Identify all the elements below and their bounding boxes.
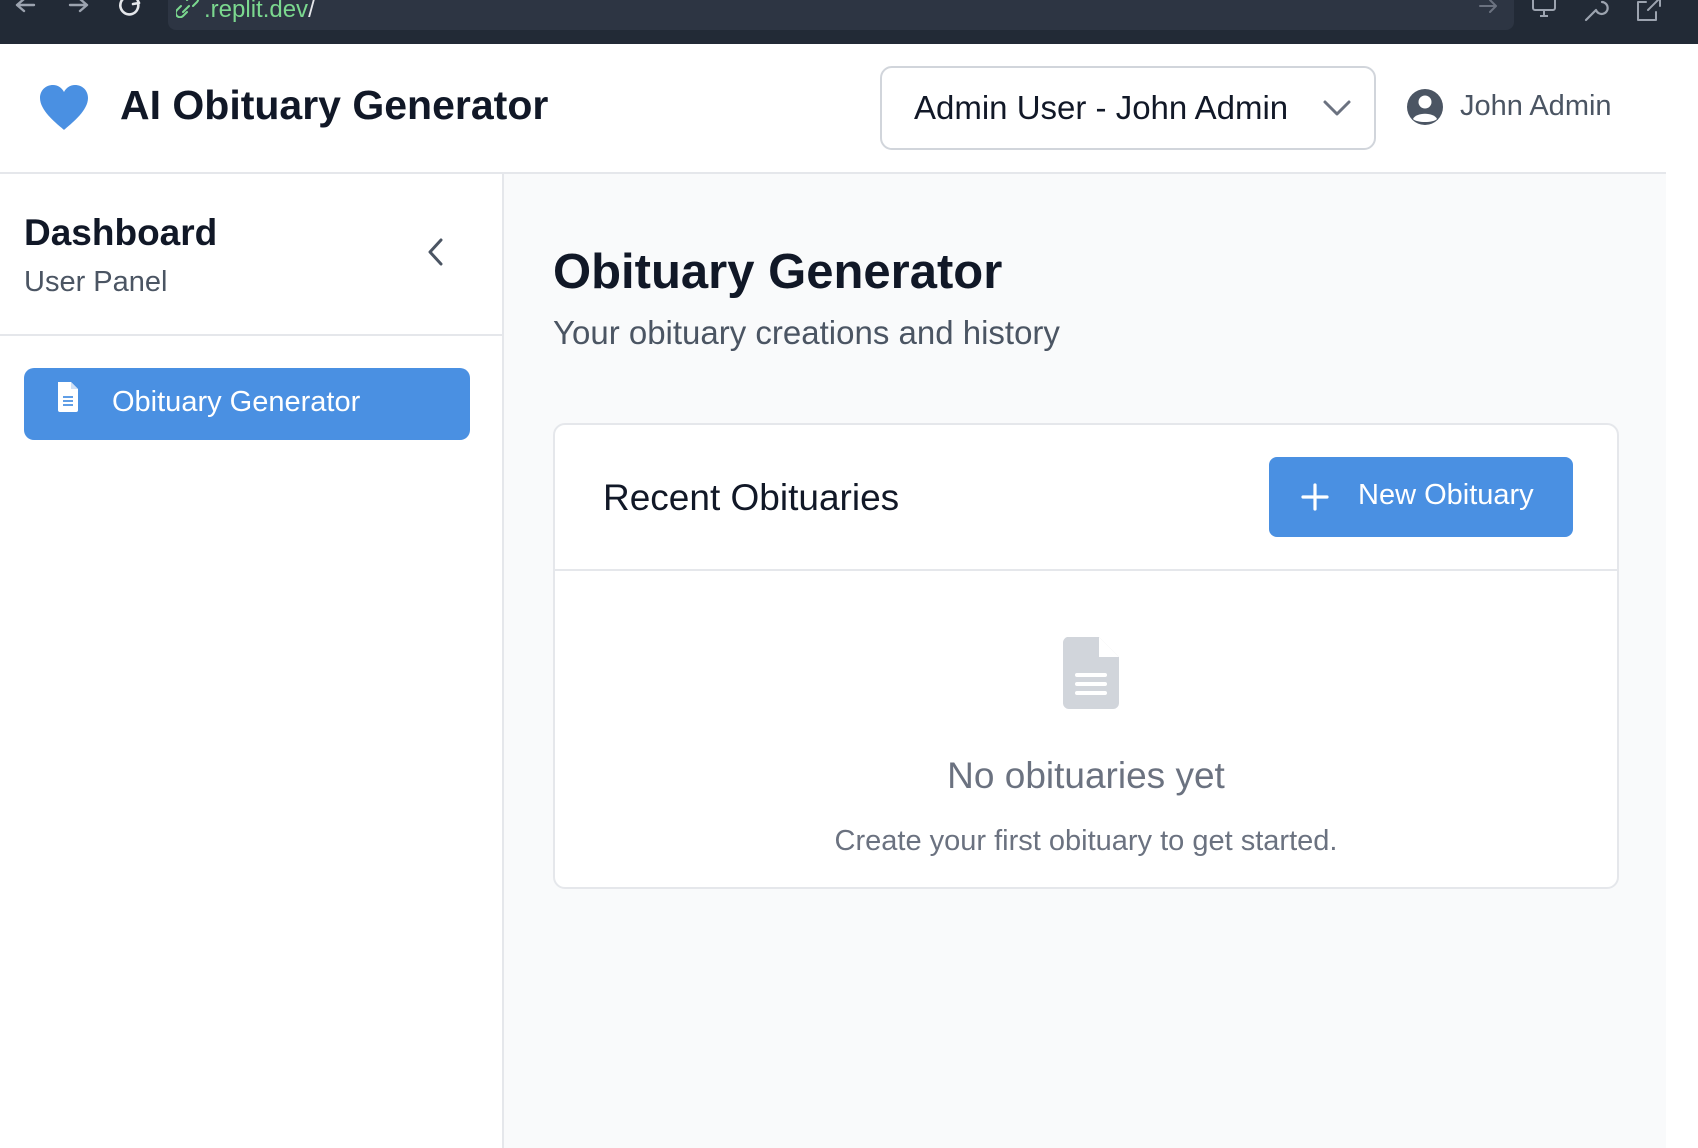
new-obituary-button[interactable]: New Obituary: [1269, 457, 1573, 537]
role-selector-value: Admin User - John Admin: [914, 89, 1289, 126]
url-text: .replit.dev/: [204, 0, 315, 24]
link-icon: [176, 0, 200, 18]
monitor-icon[interactable]: [1530, 0, 1558, 22]
chevron-left-icon: [428, 238, 443, 266]
wrench-icon[interactable]: [1582, 0, 1610, 22]
card-title: Recent Obituaries: [603, 477, 900, 518]
chevron-down-icon: [1323, 100, 1351, 116]
page-title: Obituary Generator: [553, 245, 1003, 299]
empty-state-subtitle: Create your first obituary to get starte…: [834, 825, 1338, 857]
app-title: AI Obituary Generator: [120, 82, 549, 128]
reload-icon[interactable]: [114, 0, 148, 20]
go-arrow-icon[interactable]: [1478, 0, 1500, 16]
collapse-sidebar-button[interactable]: [418, 234, 454, 270]
plus-icon: [1301, 483, 1329, 511]
main-content: Obituary Generator Your obituary creatio…: [504, 174, 1666, 1148]
forward-arrow-icon[interactable]: [62, 0, 96, 20]
recent-obituaries-card: Recent Obituaries New Obituary No obitua…: [553, 423, 1619, 889]
user-name[interactable]: John Admin: [1460, 90, 1612, 123]
heart-icon: [40, 85, 88, 130]
url-domain: .replit.dev: [204, 0, 309, 23]
address-bar[interactable]: .replit.dev/: [168, 0, 1514, 30]
sidebar-item-label: Obituary Generator: [112, 386, 361, 418]
sidebar-subtitle: User Panel: [24, 266, 168, 298]
page-subtitle: Your obituary creations and history: [553, 314, 1060, 351]
role-selector[interactable]: Admin User - John Admin: [880, 66, 1376, 150]
sidebar: Dashboard User Panel Obituary Generator: [0, 174, 504, 1148]
sidebar-title: Dashboard: [24, 212, 218, 253]
sidebar-header: Dashboard User Panel: [0, 174, 502, 336]
card-header: Recent Obituaries New Obituary: [555, 425, 1617, 571]
browser-toolbar: .replit.dev/: [0, 0, 1698, 44]
empty-state-title: No obituaries yet: [947, 755, 1225, 796]
new-obituary-button-label: New Obituary: [1358, 479, 1534, 511]
page-edge: [1666, 44, 1698, 1148]
sidebar-item-obituary-generator[interactable]: Obituary Generator: [24, 368, 470, 440]
document-icon: [58, 382, 78, 412]
user-avatar-icon[interactable]: [1406, 88, 1444, 126]
empty-document-icon: [1063, 637, 1119, 709]
url-path: /: [308, 0, 315, 23]
external-link-icon[interactable]: [1634, 0, 1662, 22]
app-header: AI Obituary Generator Admin User - John …: [0, 44, 1666, 174]
back-arrow-icon[interactable]: [8, 0, 42, 20]
